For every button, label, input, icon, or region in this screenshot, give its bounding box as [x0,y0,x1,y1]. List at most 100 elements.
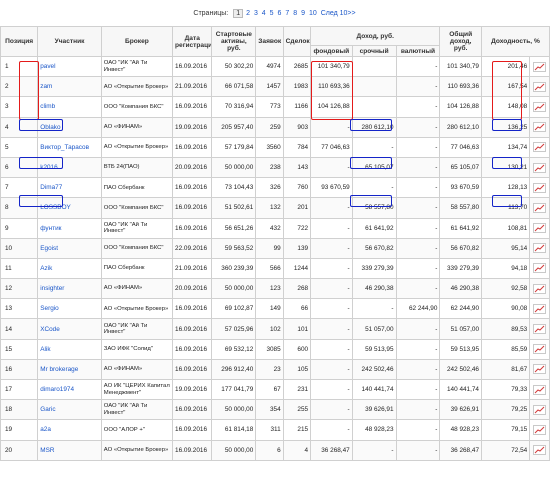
chart-icon[interactable] [533,61,547,72]
position-cell: 12 [0,278,39,300]
participant-cell: dimaro1974 [37,378,102,401]
chart-icon[interactable] [533,303,547,314]
col-start-assets[interactable]: Стартовые активы, руб. [211,26,257,57]
broker-cell: ПАО Сбербанк [100,257,174,280]
position-cell: 1 [0,55,39,78]
requests-cell: 259 [255,116,284,138]
col-income-currency[interactable]: валютный [395,45,441,57]
participant-link[interactable]: Dima77 [40,184,62,191]
participant-link[interactable]: Azik [40,265,52,272]
participant-link[interactable]: Alik [40,346,50,353]
participant-link[interactable]: MSR [40,447,54,454]
position-cell: 6 [0,156,39,179]
chart-icon[interactable] [533,162,547,173]
participant-link[interactable]: insighter [40,285,64,292]
position-cell: 8 [0,197,39,219]
participant-link[interactable]: Garic [40,406,55,413]
page-link-4[interactable]: 4 [261,10,267,17]
chart-icon[interactable] [533,283,547,294]
reg-date-cell: 16.09.2016 [172,197,213,219]
deals-cell: 231 [282,378,312,401]
yield-cell: 108,81 [480,217,531,239]
participant-link[interactable]: pavel [40,63,55,70]
page-link-3[interactable]: 3 [253,10,259,17]
page-link-9[interactable]: 9 [300,10,306,17]
col-deals[interactable]: Сделок [282,26,312,57]
page-link-5[interactable]: 5 [269,10,275,17]
participant-link[interactable]: Oblako [40,124,60,131]
page-link-7[interactable]: 7 [284,10,290,17]
next-pages-link[interactable]: След 10>> [320,10,357,17]
chart-icon[interactable] [533,81,547,92]
chart-icon[interactable] [533,101,547,112]
participant-link[interactable]: XCode [40,326,60,333]
page-link-6[interactable]: 6 [277,10,283,17]
chart-cell [529,96,550,118]
total-income-cell: 101 340,79 [439,55,482,78]
chart-icon[interactable] [533,364,547,375]
chart-icon[interactable] [533,424,547,435]
chart-icon[interactable] [533,445,547,456]
participant-link[interactable]: Egoist [40,245,58,252]
participant-link[interactable]: Mr brokerage [40,366,78,373]
chart-icon[interactable] [533,202,547,213]
chart-icon[interactable] [533,243,547,254]
stock-income-cell: - [310,298,353,320]
participant-link[interactable]: фунтик [40,225,61,232]
col-total-income[interactable]: Общий доход, руб. [439,26,482,57]
currency-income-cell: - [395,257,441,280]
col-income-futures[interactable]: срочный [351,45,397,57]
col-reg-date[interactable]: Дата регистрации [172,26,213,57]
requests-cell: 123 [255,278,284,300]
requests-cell: 238 [255,156,284,179]
start-assets-cell: 50 000,00 [211,156,257,179]
page-link-1[interactable]: 1 [233,8,244,18]
chart-icon[interactable] [533,263,547,274]
stock-income-cell: - [310,358,353,381]
yield-cell: 90,08 [480,298,531,320]
col-income-stock[interactable]: фондовый [310,45,353,57]
page-link-2[interactable]: 2 [245,10,251,17]
requests-cell: 132 [255,197,284,219]
participant-link[interactable]: a2a [40,426,51,433]
reg-date-cell: 21.09.2016 [172,76,213,98]
participant-link[interactable]: Виктор_Тарасов [40,144,89,151]
total-income-cell: 339 279,39 [439,257,482,280]
col-participant[interactable]: Участник [37,26,102,57]
participant-link[interactable]: Sergio [40,305,58,312]
chart-icon[interactable] [533,142,547,153]
col-requests[interactable]: Заявок [255,26,284,57]
chart-icon[interactable] [533,344,547,355]
yield-cell: 167,54 [480,76,531,98]
col-broker[interactable]: Брокер [100,26,174,57]
position-cell: 20 [0,439,39,461]
chart-icon[interactable] [533,324,547,335]
table-row: 16 Mr brokerage АО «ФИНАМ» 16.09.2016 296 91… [0,358,550,381]
col-yield[interactable]: Доходность, % [481,26,550,57]
chart-icon[interactable] [533,384,547,395]
col-income-group: Доход, руб. [310,26,441,46]
chart-icon[interactable] [533,122,547,133]
futures-income-cell: - [351,298,397,320]
yield-cell: 79,33 [480,378,531,401]
chart-icon[interactable] [533,404,547,415]
chart-cell [529,217,550,239]
currency-income-cell: - [395,378,441,401]
futures-income-cell: 280 612,10 [351,116,397,138]
participant-link[interactable]: k2016 [40,164,57,171]
participant-link[interactable]: LOSSBOY [40,204,71,211]
requests-cell: 102 [255,318,284,340]
participant-cell: Alik [37,338,102,360]
table-row: 18 Garic ОАО "ИК "Ай Ти Инвест" 16.09.2016 5… [0,399,550,421]
participant-link[interactable]: zam [40,83,52,90]
page-link-10[interactable]: 10 [308,10,318,17]
chart-icon[interactable] [533,223,547,234]
page-link-8[interactable]: 8 [292,10,298,17]
participant-link[interactable]: dimaro1974 [40,386,74,393]
position-cell: 5 [0,136,39,158]
currency-income-cell: - [395,338,441,360]
chart-icon[interactable] [533,182,547,193]
col-position[interactable]: Позиция [0,26,39,57]
yield-cell: 128,13 [480,177,531,199]
participant-link[interactable]: climb [40,103,55,110]
